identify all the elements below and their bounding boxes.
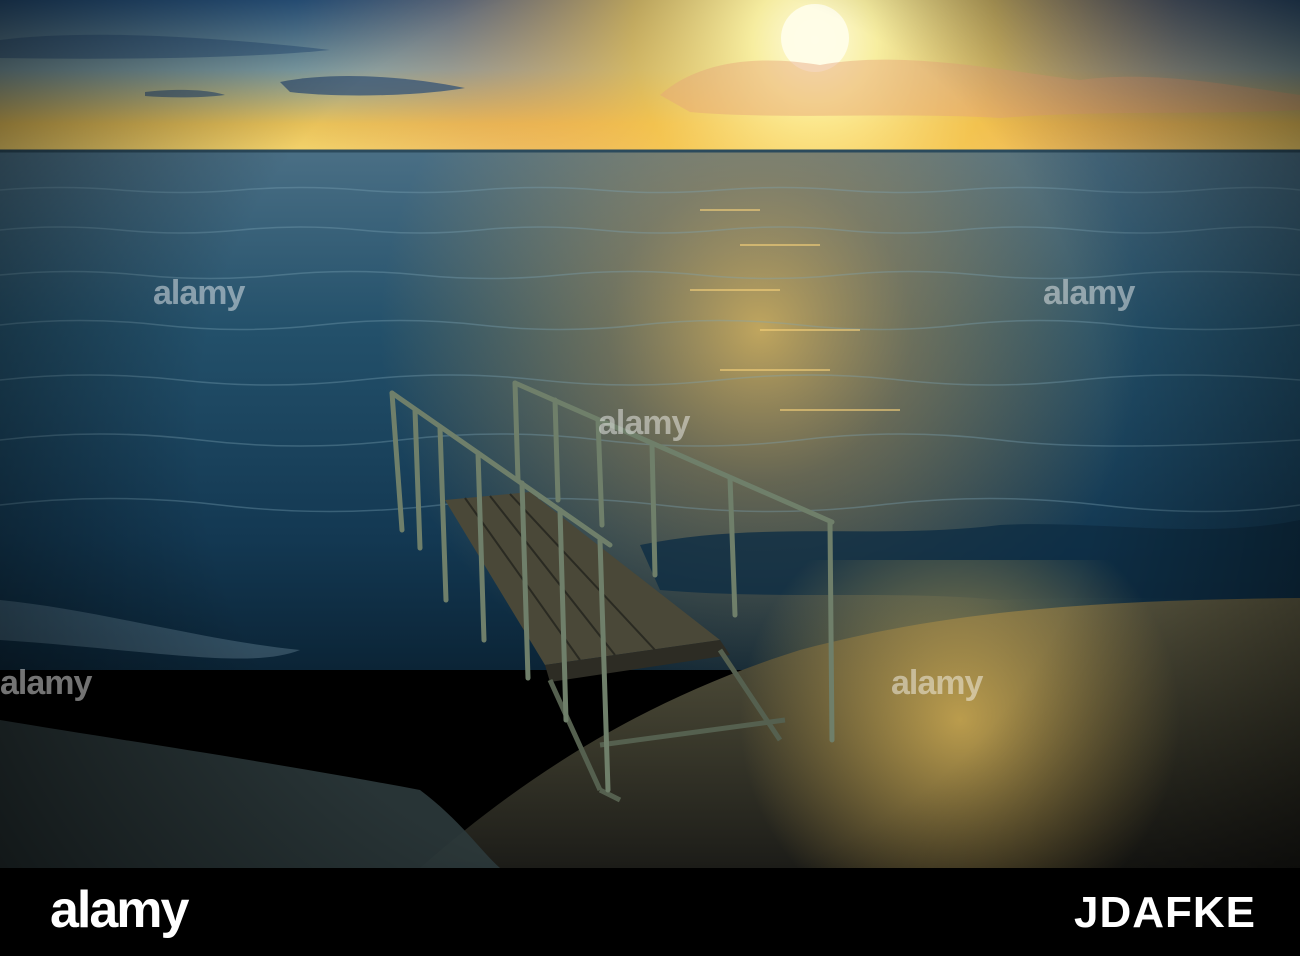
watermark-text: alamy xyxy=(0,664,92,702)
brand-logo: alamy xyxy=(50,881,189,939)
watermark-text: alamy xyxy=(1043,274,1135,312)
image-id: JDAFKE xyxy=(1073,888,1256,937)
watermark-text: alamy xyxy=(153,274,245,312)
watermark-text: alamy xyxy=(891,664,983,702)
watermark-text: alamy xyxy=(598,404,690,442)
stock-photo-frame: alamy alamy alamy alamy alamy alamy JDAF… xyxy=(0,0,1300,956)
footer-strip: alamy JDAFKE xyxy=(0,868,1300,956)
